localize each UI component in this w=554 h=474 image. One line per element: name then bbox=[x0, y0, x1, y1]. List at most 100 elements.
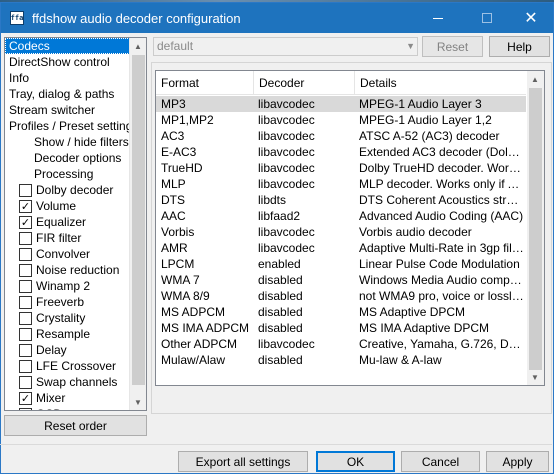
title-bar[interactable]: ffa ffdshow audio decoder configuration … bbox=[1, 3, 553, 33]
reset-order-button[interactable]: Reset order bbox=[4, 415, 147, 436]
tree-item[interactable]: Tray, dialog & paths bbox=[5, 86, 114, 102]
filter-checkbox[interactable] bbox=[19, 183, 32, 197]
filter-checkbox[interactable] bbox=[19, 391, 32, 405]
settings-tree[interactable]: OSDMixer Swap channels LFE Crossover Delay R… bbox=[4, 37, 147, 411]
apply-button[interactable]: Apply bbox=[486, 451, 549, 472]
table-row[interactable]: E-AC3 libavcodec Extended AC3 decoder (Dol… bbox=[156, 144, 526, 160]
filter-checkbox[interactable] bbox=[19, 231, 32, 245]
details-cell: Advanced Audio Coding (AAC) bbox=[359, 209, 524, 223]
codec-list-scroll-thumb[interactable] bbox=[529, 88, 542, 370]
table-row[interactable]: AC3 libavcodec ATSC A-52 (AC3) decoder bbox=[156, 128, 526, 144]
filter-checkbox[interactable] bbox=[19, 375, 32, 389]
tree-item[interactable]: Equalizer bbox=[5, 214, 86, 230]
table-row[interactable]: LPCM enabled Linear Pulse Code Modulation bbox=[156, 256, 526, 272]
decoder-cell: libavcodec bbox=[258, 113, 315, 127]
cancel-button[interactable]: Cancel bbox=[401, 451, 480, 472]
ok-button[interactable]: OK bbox=[316, 451, 395, 472]
tree-item[interactable]: DirectShow control bbox=[5, 54, 110, 70]
tree-item[interactable]: Show / hide filters bbox=[5, 134, 129, 150]
tree-item[interactable]: Dolby decoder bbox=[5, 182, 113, 198]
tree-item[interactable]: Delay bbox=[5, 342, 67, 358]
format-cell: MLP bbox=[161, 177, 186, 191]
format-cell: MS IMA ADPCM bbox=[161, 321, 250, 335]
details-cell: not WMA9 pro, voice or lossless bbox=[359, 289, 524, 303]
decoder-cell: disabled bbox=[258, 353, 303, 367]
filter-checkbox[interactable] bbox=[19, 263, 32, 277]
chevron-down-icon[interactable]: ▼ bbox=[406, 38, 415, 55]
tree-item-label: Noise reduction bbox=[36, 263, 120, 277]
filter-checkbox[interactable] bbox=[19, 327, 32, 341]
filter-checkbox[interactable] bbox=[19, 359, 32, 373]
tree-item-label: Winamp 2 bbox=[36, 279, 91, 293]
tree-item[interactable]: Freeverb bbox=[5, 294, 84, 310]
codec-list-scrollbar[interactable]: ▲ ▼ bbox=[527, 71, 544, 385]
tree-item[interactable]: Crystality bbox=[5, 310, 85, 326]
export-settings-button[interactable]: Export all settings bbox=[178, 451, 308, 472]
table-row[interactable]: MS ADPCM disabled MS Adaptive DPCM bbox=[156, 304, 526, 320]
tree-item-label: Profiles / Preset settings bbox=[9, 119, 139, 133]
filter-checkbox[interactable] bbox=[19, 215, 32, 229]
decoder-cell: libdts bbox=[258, 193, 287, 207]
tree-item[interactable]: Codecs bbox=[5, 38, 130, 54]
table-row[interactable]: MLP libavcodec MLP decoder. Works only if … bbox=[156, 176, 526, 192]
tree-item[interactable]: FIR filter bbox=[5, 230, 81, 246]
tree-item[interactable]: Volume bbox=[5, 198, 76, 214]
help-button[interactable]: Help bbox=[489, 36, 550, 57]
table-row[interactable]: WMA 8/9 disabled not WMA9 pro, voice or lo… bbox=[156, 288, 526, 304]
filter-checkbox[interactable] bbox=[19, 407, 32, 410]
scroll-up-arrow-icon[interactable]: ▲ bbox=[130, 38, 146, 54]
filter-checkbox[interactable] bbox=[19, 279, 32, 293]
scroll-down-arrow-icon[interactable]: ▼ bbox=[527, 369, 543, 385]
tree-item[interactable]: Decoder options bbox=[5, 150, 121, 166]
table-row[interactable]: WMA 7 disabled Windows Media Audio compati… bbox=[156, 272, 526, 288]
decoder-cell: disabled bbox=[258, 273, 303, 287]
table-row[interactable]: TrueHD libavcodec Dolby TrueHD decoder. Wo… bbox=[156, 160, 526, 176]
tree-item[interactable]: Noise reduction bbox=[5, 262, 119, 278]
filter-checkbox[interactable] bbox=[19, 343, 32, 357]
table-row[interactable]: Vorbis libavcodec Vorbis audio decoder bbox=[156, 224, 526, 240]
tree-item[interactable]: Info bbox=[5, 70, 29, 86]
table-row[interactable]: Other ADPCM libavcodec Creative, Yamaha, G… bbox=[156, 336, 526, 352]
tree-item-label: Freeverb bbox=[36, 295, 85, 309]
table-row[interactable]: Mulaw/Alaw disabled Mu-law & A-law bbox=[156, 352, 526, 368]
table-row[interactable]: MS IMA ADPCM disabled MS IMA Adaptive DPCM bbox=[156, 320, 526, 336]
tree-item-label: Show / hide filters bbox=[34, 135, 129, 149]
codec-list[interactable]: Format Decoder Details ▲ ▼ MP3 libavcodec… bbox=[155, 70, 545, 386]
column-header-details[interactable]: Details bbox=[355, 71, 526, 95]
minimize-button[interactable] bbox=[415, 3, 461, 33]
maximize-button[interactable] bbox=[464, 3, 510, 33]
tree-item[interactable]: Stream switcher bbox=[5, 102, 95, 118]
preset-combo[interactable]: default ▼ bbox=[153, 37, 418, 56]
tree-item[interactable]: Processing bbox=[5, 166, 93, 182]
table-row[interactable]: MP3 libavcodec MPEG-1 Audio Layer 3 bbox=[156, 96, 526, 112]
close-button[interactable]: ✕ bbox=[508, 3, 554, 33]
filter-checkbox[interactable] bbox=[19, 311, 32, 325]
tree-item[interactable]: Profiles / Preset settings bbox=[5, 118, 138, 134]
scroll-up-arrow-icon[interactable]: ▲ bbox=[527, 71, 543, 87]
tree-item[interactable]: Mixer bbox=[5, 390, 65, 406]
table-row[interactable]: DTS libdts DTS Coherent Acoustics stream d… bbox=[156, 192, 526, 208]
table-row[interactable]: AAC libfaad2 Advanced Audio Coding (AAC) bbox=[156, 208, 526, 224]
tree-item[interactable]: Resample bbox=[5, 326, 90, 342]
details-cell: Linear Pulse Code Modulation bbox=[359, 257, 520, 271]
filter-checkbox[interactable] bbox=[19, 295, 32, 309]
format-cell: Mulaw/Alaw bbox=[161, 353, 226, 367]
column-header-decoder[interactable]: Decoder bbox=[254, 71, 355, 95]
column-header-format[interactable]: Format bbox=[156, 71, 254, 95]
tree-item[interactable]: Swap channels bbox=[5, 374, 117, 390]
tree-item[interactable]: Winamp 2 bbox=[5, 278, 90, 294]
reset-button[interactable]: Reset bbox=[422, 36, 483, 57]
format-cell: MS ADPCM bbox=[161, 305, 226, 319]
tree-item[interactable]: Convolver bbox=[5, 246, 90, 262]
tree-scrollbar[interactable]: ▲ ▼ bbox=[129, 38, 146, 410]
tree-item[interactable]: LFE Crossover bbox=[5, 358, 116, 374]
format-cell: Other ADPCM bbox=[161, 337, 238, 351]
table-row[interactable]: MP1,MP2 libavcodec MPEG-1 Audio Layer 1,2 bbox=[156, 112, 526, 128]
table-row[interactable]: AMR libavcodec Adaptive Multi-Rate in 3gp … bbox=[156, 240, 526, 256]
tree-scroll-thumb[interactable] bbox=[132, 55, 145, 385]
filter-checkbox[interactable] bbox=[19, 247, 32, 261]
scroll-down-arrow-icon[interactable]: ▼ bbox=[130, 394, 146, 410]
filter-checkbox[interactable] bbox=[19, 199, 32, 213]
tree-item[interactable]: OSD bbox=[5, 406, 62, 410]
decoder-cell: libavcodec bbox=[258, 161, 315, 175]
